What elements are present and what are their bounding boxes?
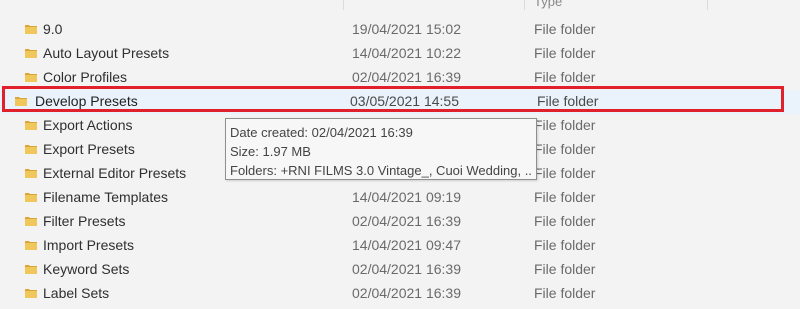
column-separator[interactable] [524,0,525,10]
item-type: File folder [534,165,596,181]
date-modified: 03/05/2021 14:55 [350,93,459,109]
tooltip-size: Size: 1.97 MB [230,144,311,159]
folder-icon [25,49,37,58]
item-type: File folder [534,189,596,205]
list-item[interactable]: Label Sets 02/04/2021 16:39 File folder [0,282,800,306]
folder-icon [25,193,37,202]
date-modified: 02/04/2021 16:39 [352,285,461,301]
folder-name: Label Sets [43,285,110,301]
folder-icon [25,241,37,250]
item-type: File folder [537,93,599,109]
folder-name: Color Profiles [43,69,128,85]
date-modified: 02/04/2021 16:39 [352,69,461,85]
folder-icon [25,73,37,82]
date-modified: 02/04/2021 16:39 [352,261,461,277]
file-explorer-list: Type 9.0 19/04/2021 15:02 File folder Auto … [0,0,800,309]
folder-icon [15,97,27,106]
folder-icon [25,169,37,178]
folder-name: Develop Presets [35,93,138,109]
date-modified: 14/04/2021 09:19 [352,189,461,205]
column-separator[interactable] [707,0,708,10]
tooltip-folders: Folders: +RNI FILMS 3.0 Vintage_, Cuoi W… [230,163,532,178]
column-separator[interactable] [343,0,344,10]
folder-icon [25,145,37,154]
item-type: File folder [534,117,596,133]
folder-icon [25,289,37,298]
list-item[interactable]: Import Presets 14/04/2021 09:47 File folde… [0,234,800,258]
folder-icon [25,217,37,226]
list-item[interactable]: Filter Presets 02/04/2021 16:39 File folde… [0,210,800,234]
folder-name: Export Presets [43,141,135,157]
tooltip-date-created: Date created: 02/04/2021 16:39 [230,125,413,140]
item-type: File folder [534,285,596,301]
list-item[interactable]: Keyword Sets 02/04/2021 16:39 File folder [0,258,800,282]
folder-tooltip: Date created: 02/04/2021 16:39 Size: 1.9… [225,118,537,180]
item-type: File folder [534,69,596,85]
folder-icon [25,25,37,34]
folder-name: 9.0 [43,21,63,37]
folder-name: Filename Templates [43,189,169,205]
folder-icon [25,265,37,274]
folder-name: Import Presets [43,237,135,253]
date-modified: 02/04/2021 16:39 [352,213,461,229]
list-item[interactable]: Filename Templates 14/04/2021 09:19 File f… [0,186,800,210]
date-modified: 14/04/2021 09:47 [352,237,461,253]
item-type: File folder [534,141,596,157]
list-item[interactable]: Color Profiles 02/04/2021 16:39 File folde… [0,66,800,90]
folder-name: Auto Layout Presets [43,45,170,61]
item-type: File folder [534,213,596,229]
item-type: File folder [534,45,596,61]
list-item[interactable]: 9.0 19/04/2021 15:02 File folder [0,18,800,42]
folder-name: Export Actions [43,117,133,133]
date-modified: 19/04/2021 15:02 [352,21,461,37]
folder-name: External Editor Presets [43,165,187,181]
list-item-selected[interactable]: Develop Presets 03/05/2021 14:55 File fold… [0,90,800,114]
item-type: File folder [534,237,596,253]
folder-icon [25,121,37,130]
list-item[interactable]: Auto Layout Presets 14/04/2021 10:22 File … [0,42,800,66]
date-modified: 14/04/2021 10:22 [352,45,461,61]
type-column-header[interactable]: Type [534,0,562,9]
folder-name: Filter Presets [43,213,126,229]
item-type: File folder [534,261,596,277]
folder-name: Keyword Sets [43,261,130,277]
item-type: File folder [534,21,596,37]
